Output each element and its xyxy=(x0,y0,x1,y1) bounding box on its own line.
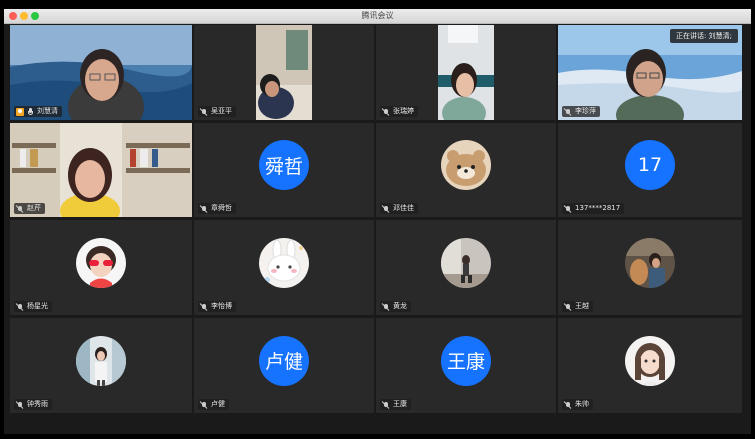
photo-avatar-icon xyxy=(76,335,126,386)
participant-name: 137****2817 xyxy=(575,204,621,212)
participant-name-tag: 卢健 xyxy=(198,399,229,410)
participant-name-tag: 李怡博 xyxy=(198,301,236,312)
participant-name: 朱帅 xyxy=(575,400,589,408)
mic-muted-icon xyxy=(16,303,24,311)
participant-tile[interactable]: 黄龙 xyxy=(376,220,556,315)
mic-muted-icon xyxy=(200,205,208,213)
participant-name-tag: 邓佳佳 xyxy=(380,203,418,214)
participant-tile[interactable]: 舜哲 章舜哲 xyxy=(194,123,374,217)
participant-name-tag: 张瑞婷 xyxy=(380,106,418,117)
mic-muted-icon xyxy=(382,108,390,116)
participant-tile[interactable]: 钟秀雨 xyxy=(10,318,192,413)
participant-avatar: 17 xyxy=(625,140,675,190)
participant-name-tag: 王越 xyxy=(562,301,593,312)
participant-tile[interactable]: 张瑞婷 xyxy=(376,25,556,120)
participant-tile[interactable]: 王越 xyxy=(558,220,742,315)
participant-tile[interactable]: 正在讲话: 刘慧清; 李珍萍 xyxy=(558,25,742,120)
mic-muted-icon xyxy=(564,303,572,311)
participant-name-tag: 吴亚平 xyxy=(198,106,236,117)
participant-name-tag: 章舜哲 xyxy=(198,203,236,214)
participant-name: 卢健 xyxy=(211,400,225,408)
mic-muted-icon xyxy=(382,401,390,409)
cartoon-girl-avatar-icon xyxy=(76,237,126,288)
participant-name: 黄龙 xyxy=(393,302,407,310)
participant-name: 邓佳佳 xyxy=(393,204,414,212)
participant-name-tag: 朱帅 xyxy=(562,399,593,410)
participant-tile[interactable]: 杨星光 xyxy=(10,220,192,315)
participant-name: 张瑞婷 xyxy=(393,107,414,115)
participant-name: 钟秀雨 xyxy=(27,400,48,408)
cartoon-girl-avatar-icon xyxy=(625,335,675,386)
bear-avatar-icon xyxy=(441,140,491,190)
photo-avatar-icon xyxy=(625,237,675,288)
participant-name: 杨星光 xyxy=(27,302,48,310)
title-bar: 腾讯会议 xyxy=(4,9,751,24)
participant-avatar: 卢健 xyxy=(259,335,309,386)
mic-muted-icon xyxy=(382,303,390,311)
participant-name-tag: 黄龙 xyxy=(380,301,411,312)
host-icon xyxy=(16,107,24,116)
mic-icon xyxy=(27,107,34,116)
participant-avatar: 舜哲 xyxy=(259,140,309,190)
participant-tile[interactable]: 吴亚平 xyxy=(194,25,374,120)
mic-muted-icon xyxy=(200,108,208,116)
participant-name-tag: 刘慧清 xyxy=(14,106,62,117)
meeting-window: 腾讯会议 刘慧清 吴亚平 张瑞婷 正在讲话: 刘慧清; 李珍萍 赵芹 舜哲 章舜… xyxy=(4,9,751,434)
participant-name: 刘慧清 xyxy=(37,107,58,115)
mic-muted-icon xyxy=(200,303,208,311)
participant-tile[interactable]: 朱帅 xyxy=(558,318,742,413)
participant-name: 章舜哲 xyxy=(211,204,232,212)
video-grid: 刘慧清 吴亚平 张瑞婷 正在讲话: 刘慧清; 李珍萍 赵芹 舜哲 章舜哲 邓佳佳… xyxy=(10,25,742,413)
participant-tile[interactable]: 赵芹 xyxy=(10,123,192,217)
participant-name-tag: 137****2817 xyxy=(562,203,625,214)
participant-name: 王康 xyxy=(393,400,407,408)
participant-name: 李怡博 xyxy=(211,302,232,310)
participant-tile[interactable]: 邓佳佳 xyxy=(376,123,556,217)
mic-muted-icon xyxy=(16,205,24,213)
mic-muted-icon xyxy=(16,401,24,409)
participant-name-tag: 赵芹 xyxy=(14,203,45,214)
participant-name-tag: 王康 xyxy=(380,399,411,410)
participant-tile[interactable]: 王康 王康 xyxy=(376,318,556,413)
mic-muted-icon xyxy=(564,108,572,116)
participant-name: 吴亚平 xyxy=(211,107,232,115)
bunny-avatar-icon xyxy=(259,237,309,288)
participant-name: 李珍萍 xyxy=(575,107,596,115)
participant-avatar: 王康 xyxy=(441,335,491,386)
mic-muted-icon xyxy=(564,401,572,409)
participant-name: 赵芹 xyxy=(27,204,41,212)
participant-tile[interactable]: 卢健 卢健 xyxy=(194,318,374,413)
participant-tile[interactable]: 17 137****2817 xyxy=(558,123,742,217)
participant-name-tag: 李珍萍 xyxy=(562,106,600,117)
participant-name: 王越 xyxy=(575,302,589,310)
window-title: 腾讯会议 xyxy=(361,11,394,20)
photo-avatar-icon xyxy=(441,237,491,288)
participant-name-tag: 钟秀雨 xyxy=(14,399,52,410)
mic-muted-icon xyxy=(200,401,208,409)
active-speaker-banner: 正在讲话: 刘慧清; xyxy=(670,29,738,43)
mic-muted-icon xyxy=(382,205,390,213)
participant-name-tag: 杨星光 xyxy=(14,301,52,312)
mic-muted-icon xyxy=(564,205,572,213)
participant-tile[interactable]: 李怡博 xyxy=(194,220,374,315)
participant-tile[interactable]: 刘慧清 xyxy=(10,25,192,120)
